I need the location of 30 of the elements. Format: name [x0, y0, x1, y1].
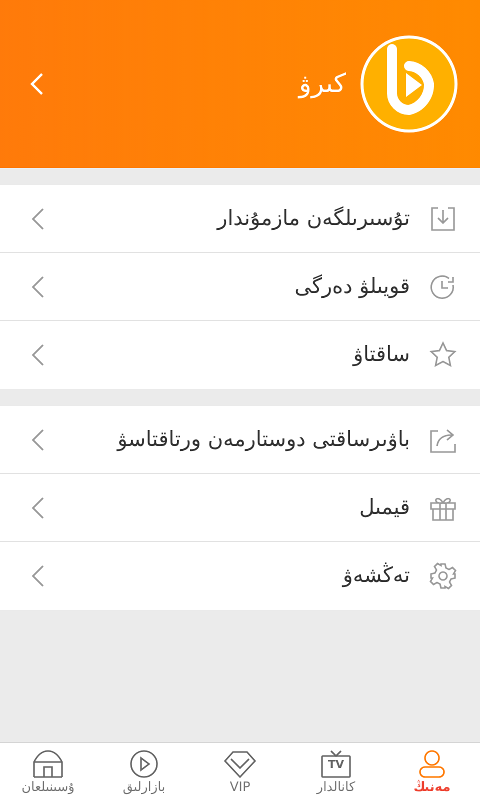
back-icon — [30, 72, 44, 96]
menu-label: تەڭشەۋ — [342, 562, 410, 590]
chevron-icon — [32, 344, 44, 366]
tab[interactable]: ۇسىنىلعان — [0, 743, 96, 800]
menu-item[interactable]: تۇسىرىلگەن مازمۇندار — [0, 185, 480, 253]
menu-label: قويىلۋ دەرگى — [294, 272, 410, 300]
star-icon — [428, 340, 458, 370]
diamond-icon — [223, 749, 257, 779]
menu-item[interactable]: ساقتاۋ — [0, 321, 480, 389]
menu-label: باۋىرساقتى دوستارمەن ورتاقتاسۋ — [117, 426, 410, 454]
menu-item[interactable]: باۋىرساقتى دوستارمەن ورتاقتاسۋ — [0, 406, 480, 474]
menu-item[interactable]: قيمىل — [0, 474, 480, 542]
play-icon — [127, 749, 161, 779]
tab[interactable]: بازارلىق — [96, 743, 192, 800]
chevron-icon — [32, 276, 44, 298]
settings-icon — [428, 561, 458, 591]
menu-item[interactable]: قويىلۋ دەرگى — [0, 253, 480, 321]
logo-icon — [360, 35, 458, 133]
menu-label: تۇسىرىلگەن مازمۇندار — [217, 204, 410, 232]
tab[interactable]: VIP — [192, 743, 288, 800]
menu-label: ساقتاۋ — [353, 341, 410, 368]
chevron-icon — [32, 565, 44, 587]
yurt-icon — [31, 749, 65, 779]
menu-item[interactable]: تەڭشەۋ — [0, 542, 480, 610]
menu-label: قيمىل — [359, 494, 410, 521]
tab[interactable]: مەنىڭ — [384, 743, 480, 800]
chevron-icon — [32, 496, 44, 518]
chevron-icon — [32, 208, 44, 230]
chevron-icon — [32, 428, 44, 450]
login-title: كىرۋ — [298, 68, 346, 100]
